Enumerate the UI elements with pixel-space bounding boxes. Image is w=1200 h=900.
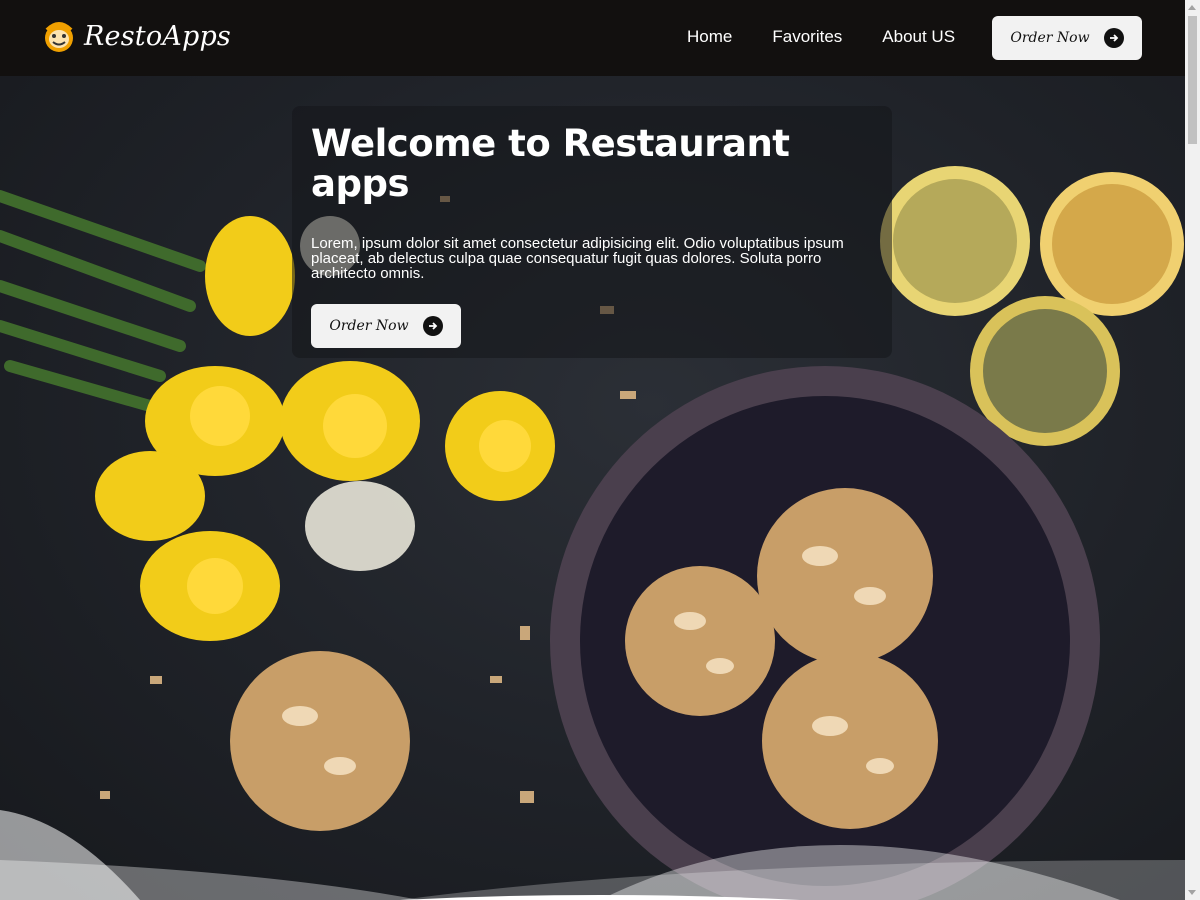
hero-card: Welcome to Restaurant apps Lorem, ipsum …	[292, 106, 892, 358]
hero-description: Lorem, ipsum dolor sit amet consectetur …	[311, 235, 844, 282]
order-now-label: Order Now	[1010, 30, 1090, 46]
scroll-up-arrow-icon[interactable]	[1188, 5, 1196, 10]
navbar: RestoApps Home Favorites About US Order …	[0, 0, 1185, 76]
arrow-right-circle-icon	[1103, 28, 1124, 48]
brand-name: RestoApps	[84, 20, 231, 52]
scroll-thumb[interactable]	[1188, 16, 1197, 144]
order-now-label: Order Now	[329, 318, 409, 334]
nav-order-now-button[interactable]: Order Now	[992, 16, 1142, 60]
page-scrollbar[interactable]	[1185, 0, 1200, 900]
scroll-down-arrow-icon[interactable]	[1188, 890, 1196, 895]
nav-link-about-us[interactable]: About US	[882, 27, 955, 47]
hero-title: Welcome to Restaurant apps	[311, 122, 790, 205]
arrow-right-circle-icon	[422, 316, 443, 336]
nav-link-favorites[interactable]: Favorites	[772, 27, 842, 47]
brand[interactable]: RestoApps	[42, 18, 231, 54]
hero-order-now-button[interactable]: Order Now	[311, 304, 461, 348]
hero-section: Welcome to Restaurant apps Lorem, ipsum …	[0, 76, 1185, 900]
nav-link-home[interactable]: Home	[687, 27, 732, 47]
smiley-chef-icon	[45, 22, 73, 52]
nav-links: Home Favorites About US	[687, 27, 995, 47]
wave-divider	[0, 810, 1185, 900]
